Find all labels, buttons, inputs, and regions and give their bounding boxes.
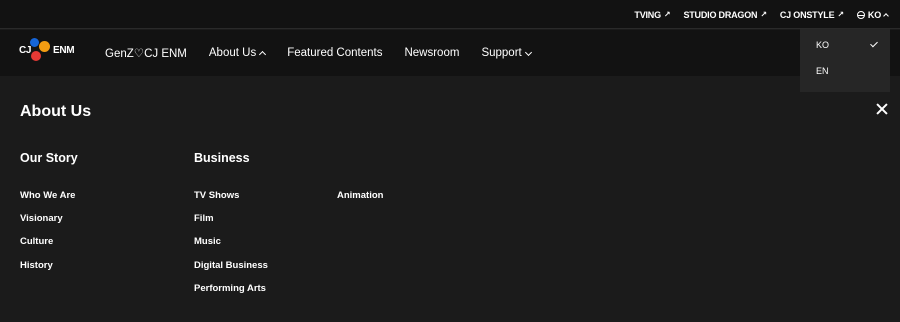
link-culture[interactable]: Culture <box>20 236 53 247</box>
logo-enm-text: ENM <box>53 45 75 56</box>
external-link-icon: ↗ <box>663 9 671 19</box>
our-story-heading: Our Story <box>20 151 78 165</box>
logo-blue-dot <box>30 38 39 47</box>
panel-title: About Us <box>20 103 92 120</box>
logo-orange-dot <box>39 41 50 52</box>
main-navbar: CJ ENM GenZ♡CJ ENM About Us Featured Con… <box>0 30 900 76</box>
external-link-icon: ↗ <box>760 9 767 19</box>
link-performing-arts[interactable]: Performing Arts <box>194 283 266 294</box>
lang-option-ko[interactable]: KO <box>816 40 829 50</box>
nav-genz[interactable]: GenZ♡CJ ENM <box>105 46 187 60</box>
nav-support-label: Support <box>481 47 522 59</box>
main-menu: GenZ♡CJ ENM About Us Featured Contents N… <box>105 30 553 76</box>
language-toggle-label: KO <box>867 9 881 20</box>
studio-dragon-link[interactable]: STUDIO DRAGON ↗ <box>683 9 767 20</box>
business-heading: Business <box>194 151 250 165</box>
link-animation[interactable]: Animation <box>337 190 383 201</box>
checkmark-icon <box>870 39 878 48</box>
nav-featured-contents[interactable]: Featured Contents <box>287 47 382 59</box>
top-utility-bar: TVING ↗ STUDIO DRAGON ↗ CJ ONSTYLE ↗ KO <box>0 0 900 29</box>
tving-link[interactable]: TVING ↗ <box>634 10 670 20</box>
chevron-up-icon <box>259 50 267 59</box>
link-music[interactable]: Music <box>194 236 221 247</box>
cj-enm-logo[interactable]: CJ ENM <box>19 37 79 67</box>
chevron-up-icon <box>883 13 889 19</box>
chevron-down-icon <box>524 48 532 56</box>
nav-featured-contents-label: Featured Contents <box>287 47 383 59</box>
language-toggle[interactable]: KO <box>856 9 889 20</box>
utility-links: TVING ↗ STUDIO DRAGON ↗ CJ ONSTYLE ↗ KO <box>634 0 889 29</box>
link-tv-shows[interactable]: TV Shows <box>194 190 239 201</box>
nav-about-us-label: About Us <box>208 47 257 59</box>
logo-red-dot <box>31 51 41 61</box>
link-who-we-are[interactable]: Who We Are <box>20 190 75 201</box>
logo-cj-text: CJ <box>19 45 32 56</box>
external-link-icon: ↗ <box>837 9 844 19</box>
nav-support[interactable]: Support <box>481 47 532 59</box>
about-us-mega-menu: About Us Our Story Who We Are Visionary … <box>0 76 900 322</box>
nav-newsroom-label: Newsroom <box>404 47 460 59</box>
cj-onstyle-link[interactable]: CJ ONSTYLE ↗ <box>780 10 844 20</box>
language-dropdown: KO EN <box>800 29 890 92</box>
nav-about-us[interactable]: About Us <box>208 47 267 59</box>
cj-onstyle-link-label: CJ ONSTYLE <box>779 9 835 20</box>
link-film[interactable]: Film <box>194 213 214 224</box>
tving-link-label: TVING <box>634 9 661 20</box>
link-history[interactable]: History <box>20 260 53 271</box>
link-digital-business[interactable]: Digital Business <box>194 260 268 271</box>
studio-dragon-link-label: STUDIO DRAGON <box>683 9 758 20</box>
close-icon[interactable] <box>875 102 889 116</box>
lang-option-en[interactable]: EN <box>816 66 829 76</box>
nav-genz-label: GenZ♡CJ ENM <box>105 48 187 60</box>
nav-newsroom[interactable]: Newsroom <box>404 47 459 59</box>
link-visionary[interactable]: Visionary <box>20 213 63 224</box>
globe-icon <box>856 10 865 19</box>
